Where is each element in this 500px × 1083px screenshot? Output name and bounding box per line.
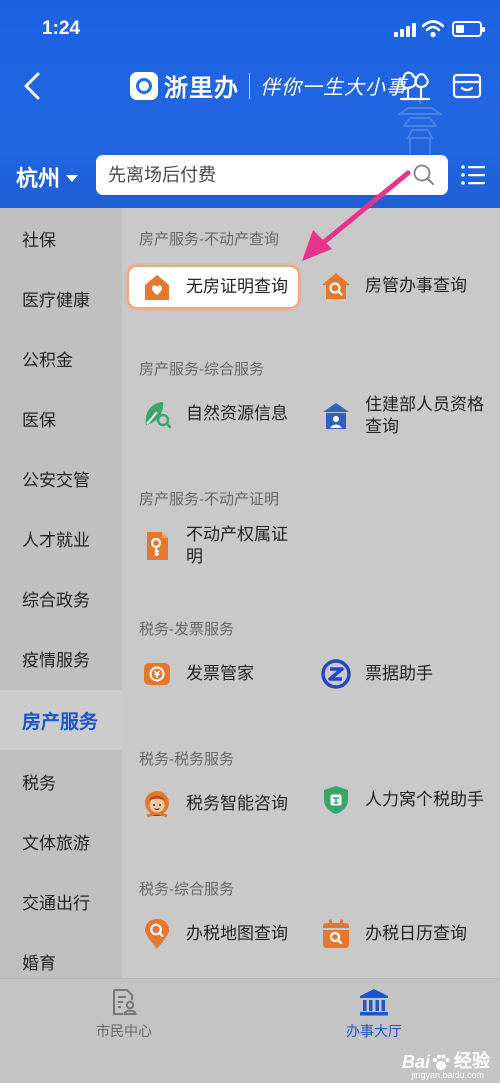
service-receipt-assistant[interactable]: 票据助手 [320,658,495,690]
tax-consultant-icon [145,791,169,818]
tab-citizen-center[interactable]: 市民中心 [64,987,184,1041]
service-label: 票据助手 [365,664,433,683]
service-label: 发票管家 [186,664,254,683]
service-personal-tax-assistant[interactable]: 人力窝个税助手 [320,784,495,816]
leaf-search-icon [145,402,172,429]
service-housing-ministry-qualification[interactable]: 住建部人员资格查询 [320,394,495,438]
section-title: 税务-税务服务 [139,751,234,768]
building-person-icon [323,403,349,429]
tab-service-hall[interactable]: 办事大厅 [314,987,434,1041]
service-label: 房管办事查询 [365,276,467,295]
service-label: 人力窝个税助手 [365,790,484,809]
back-arrow-icon[interactable] [18,68,48,104]
logo-badge-icon [130,71,158,100]
invoice-icon [144,663,170,685]
service-invoice-manager[interactable]: 发票管家 [141,658,316,690]
map-pin-search-icon [145,919,169,949]
service-natural-resources[interactable]: 自然资源信息 [141,398,316,430]
search-icon[interactable] [412,163,436,187]
paw-icon [433,1054,450,1070]
service-tax-calendar-query[interactable]: 办税日历查询 [320,918,495,950]
section-title: 房产服务-不动产查询 [139,231,279,248]
baidu-jingyan-watermark: Bai 经验 jingyan.baidu.com [402,1047,490,1080]
sidebar-item-epidemic[interactable]: 疫情服务 [0,628,122,688]
house-search-icon [322,273,350,299]
service-list: 房产服务-不动产查询 无房证明查询 房管办事查询 房产服务-综合服务 自然资源信… [122,208,500,978]
section-title: 房产服务-不动产证明 [139,491,279,508]
tab-label: 市民中心 [96,1023,152,1039]
section-title: 税务-发票服务 [139,621,234,638]
sidebar-item-healthcare[interactable]: 医疗健康 [0,268,122,328]
service-label: 办税日历查询 [365,924,467,943]
calendar-search-icon [323,919,349,948]
sidebar-item-social-security[interactable]: 社保 [0,208,122,268]
search-input[interactable] [108,163,398,187]
city-name: 杭州 [16,166,61,191]
service-label: 无房证明查询 [186,277,288,296]
app-name: 浙里办 [164,73,239,102]
app-header: 1:24 浙里办 伴你一生大小事 杭州 先离场后付费 [0,0,500,208]
status-bar: 1:24 [0,14,500,46]
category-sidebar: 社保 医疗健康 公积金 医保 公安交管 人才就业 综合政务 疫情服务 房产服务 … [0,208,122,978]
sidebar-item-medical-insurance[interactable]: 医保 [0,388,122,448]
tax-shield-icon [324,786,348,814]
property-certificate-icon [147,532,168,560]
chevron-down-icon [66,174,79,182]
watermark-url: jingyan.baidu.com [411,1070,484,1080]
sidebar-item-culture-tourism[interactable]: 文体旅游 [0,811,122,871]
tab-label: 办事大厅 [346,1023,402,1039]
city-selector[interactable]: 杭州 [16,161,79,193]
service-label: 不动产权属证明 [186,525,288,566]
house-heart-icon [145,275,169,300]
service-label: 住建部人员资格查询 [365,395,484,436]
service-housing-affairs-query[interactable]: 房管办事查询 [320,270,500,302]
sidebar-item-government-affairs[interactable]: 综合政务 [0,568,122,628]
signal-icon [394,23,416,37]
service-label: 自然资源信息 [186,404,288,423]
service-property-certificate[interactable]: 不动产权属证明 [141,524,301,568]
service-hall-icon [360,989,388,1016]
section-title: 房产服务-综合服务 [139,361,264,378]
sidebar-item-real-estate[interactable]: 房产服务 [0,690,122,750]
sidebar-item-transport[interactable]: 交通出行 [0,871,122,931]
receipt-helper-icon [321,659,351,689]
search-bar[interactable] [96,155,448,195]
service-tax-smart-consult[interactable]: 税务智能咨询 [141,788,316,820]
service-label: 税务智能咨询 [186,794,288,813]
service-label: 办税地图查询 [186,924,288,943]
logo-divider [249,72,250,99]
battery-icon [452,21,485,37]
status-time: 1:24 [42,18,81,39]
wifi-icon [422,20,444,38]
pagoda-decoration-icon [397,98,443,154]
service-tax-map-query[interactable]: 办税地图查询 [141,918,316,950]
citizen-center-icon [113,989,137,1015]
section-title: 税务-综合服务 [139,881,234,898]
sidebar-item-tax[interactable]: 税务 [0,751,122,811]
sidebar-item-traffic-police[interactable]: 公安交管 [0,448,122,508]
list-menu-icon[interactable] [460,164,486,186]
service-no-house-certificate[interactable]: 无房证明查询 [127,265,300,309]
sidebar-item-employment[interactable]: 人才就业 [0,508,122,568]
sidebar-item-housing-fund[interactable]: 公积金 [0,328,122,388]
app-logo: 浙里办 伴你一生大小事 [130,68,407,103]
